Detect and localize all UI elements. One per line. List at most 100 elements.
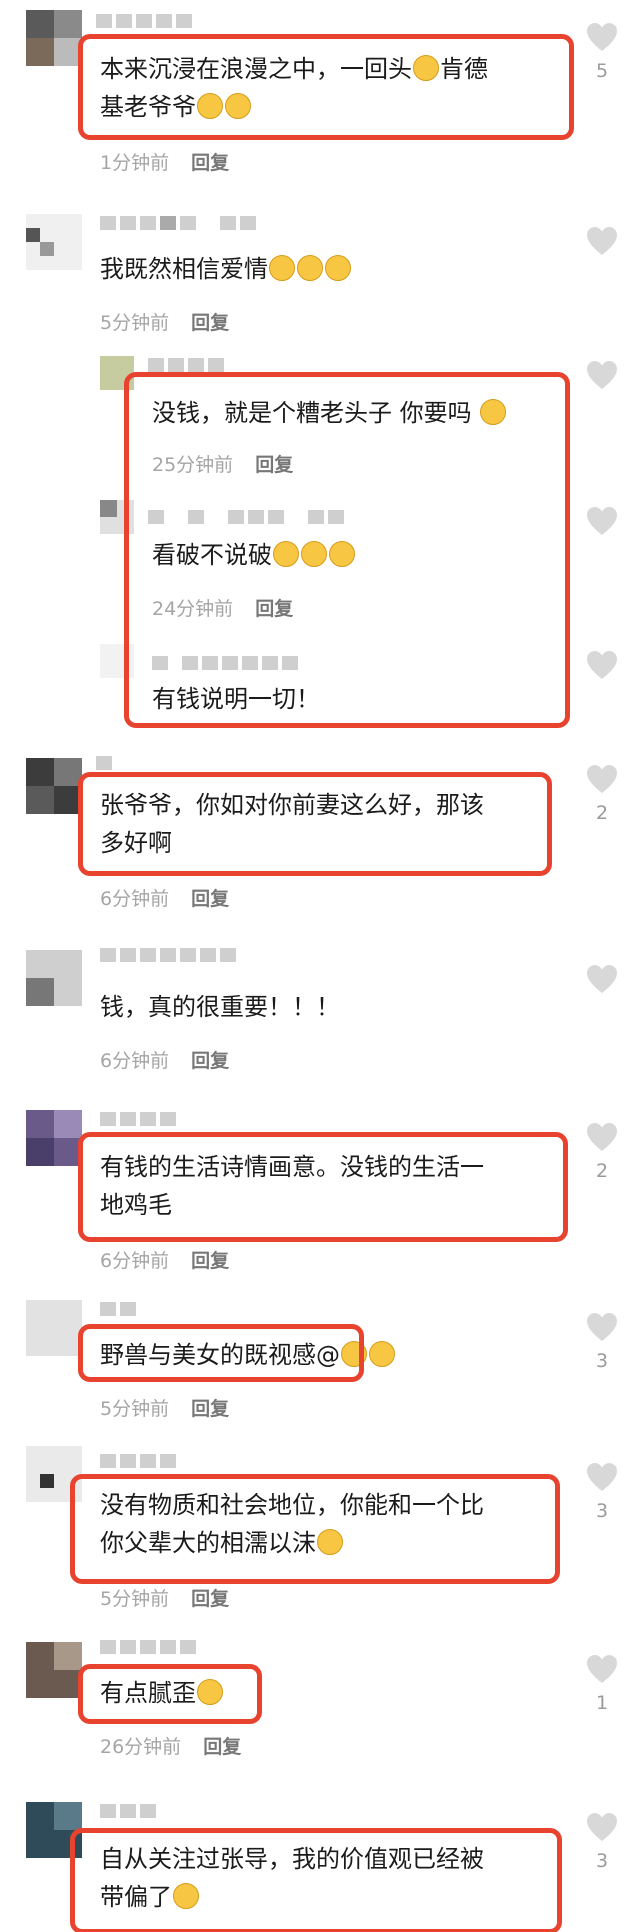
- comment-text-line: 有钱说明一切！: [152, 685, 320, 713]
- username-blurred[interactable]: [148, 358, 224, 372]
- avatar[interactable]: [100, 500, 134, 534]
- rofl-emoji-icon: [317, 1529, 343, 1555]
- avatar[interactable]: [26, 758, 82, 814]
- reply-button[interactable]: 回复: [191, 148, 229, 175]
- grinning-emoji-icon: [325, 255, 351, 281]
- dizzy-face-emoji-icon: [413, 55, 439, 81]
- dizzy-face-emoji-icon: [197, 93, 223, 119]
- reply-button[interactable]: 回复: [191, 884, 229, 911]
- like-button[interactable]: 3: [582, 1462, 622, 1522]
- comment-text-line: 我既然相信爱情: [100, 255, 268, 283]
- comment-text-line: 有钱的生活诗情画意。没钱的生活一: [100, 1153, 484, 1181]
- like-button[interactable]: [582, 650, 622, 680]
- reply-button[interactable]: 回复: [191, 1046, 229, 1073]
- like-button[interactable]: 2: [582, 1122, 622, 1182]
- comment-meta: 1分钟前 回复: [100, 148, 229, 175]
- reply-button[interactable]: 回复: [191, 1246, 229, 1273]
- like-count: 2: [595, 1160, 609, 1182]
- like-button[interactable]: 5: [582, 22, 622, 82]
- comment-time: 1分钟前: [100, 152, 170, 174]
- username-blurred[interactable]: [152, 656, 298, 670]
- reply-button[interactable]: 回复: [191, 308, 229, 335]
- like-button[interactable]: [582, 360, 622, 390]
- username-blurred[interactable]: [96, 756, 112, 770]
- like-button[interactable]: 1: [582, 1654, 622, 1714]
- avatar[interactable]: [26, 1642, 82, 1698]
- like-count: 3: [595, 1500, 609, 1522]
- rofl-emoji-icon: [480, 399, 507, 425]
- comment-text: 自从关注过张导，我的价值观已经被 带偏了: [100, 1840, 560, 1916]
- comment-text-line: 张爷爷，你如对你前妻这么好，那该: [100, 791, 484, 819]
- comment-text-line: 本来沉浸在浪漫之中，一回头: [100, 55, 412, 83]
- comment-meta: 5分钟前 回复: [100, 308, 229, 335]
- username-blurred[interactable]: [100, 1302, 136, 1316]
- comment-meta: 24分钟前 回复: [152, 594, 293, 621]
- username-blurred[interactable]: [100, 1804, 156, 1818]
- comment-time: 6分钟前: [100, 1050, 170, 1072]
- reply-button[interactable]: 回复: [203, 1732, 241, 1759]
- comment-text-line: 有点腻歪: [100, 1679, 196, 1707]
- comment-text: 没有物质和社会地位，你能和一个比 你父辈大的相濡以沫: [100, 1486, 560, 1562]
- username-blurred[interactable]: [100, 1454, 176, 1468]
- username-blurred[interactable]: [100, 216, 256, 230]
- like-button[interactable]: [582, 506, 622, 536]
- heart-icon: [587, 651, 617, 679]
- like-count: 1: [595, 1692, 609, 1714]
- like-count: 5: [595, 60, 609, 82]
- username-blurred[interactable]: [96, 14, 192, 28]
- like-count: 3: [595, 1350, 609, 1372]
- avatar[interactable]: [26, 10, 82, 66]
- avatar[interactable]: [26, 1802, 82, 1858]
- reply-button[interactable]: 回复: [191, 1584, 229, 1611]
- username-blurred[interactable]: [148, 510, 344, 524]
- comment-text-line: 野兽与美女的既视感@: [100, 1341, 340, 1369]
- username-blurred[interactable]: [100, 1640, 196, 1654]
- like-button[interactable]: 3: [582, 1312, 622, 1372]
- like-button[interactable]: [582, 226, 622, 256]
- avatar[interactable]: [26, 1446, 82, 1502]
- crying-emoji-icon: [173, 1883, 199, 1909]
- comment-meta: 6分钟前 回复: [100, 884, 229, 911]
- avatar[interactable]: [100, 356, 134, 390]
- comment-time: 6分钟前: [100, 1250, 170, 1272]
- heart-icon: [587, 1655, 617, 1683]
- reply-button[interactable]: 回复: [191, 1394, 229, 1421]
- comment-text: 没钱，就是个糟老头子 你要吗: [152, 394, 552, 432]
- username-blurred[interactable]: [100, 1112, 176, 1126]
- comment-meta: 5分钟前 回复: [100, 1584, 229, 1611]
- comment-text-line: 看破不说破: [152, 541, 272, 569]
- avatar[interactable]: [26, 214, 82, 270]
- comment-meta: 26分钟前 回复: [100, 1732, 241, 1759]
- avatar[interactable]: [100, 644, 134, 678]
- comment-text-line: 多好啊: [100, 829, 172, 857]
- heart-icon: [587, 1313, 617, 1341]
- heart-icon: [587, 507, 617, 535]
- like-button[interactable]: 3: [582, 1812, 622, 1872]
- avatar[interactable]: [26, 950, 82, 1006]
- comment-text-line: 没有物质和社会地位，你能和一个比: [100, 1491, 484, 1519]
- dizzy-face-emoji-icon: [225, 93, 251, 119]
- username-blurred[interactable]: [100, 948, 236, 962]
- avatar[interactable]: [26, 1300, 82, 1356]
- comment-meta: 6分钟前 回复: [100, 1246, 229, 1273]
- comment-time: 25分钟前: [152, 454, 234, 476]
- comment-text: 野兽与美女的既视感@: [100, 1336, 560, 1374]
- heart-icon: [587, 965, 617, 993]
- like-button[interactable]: [582, 964, 622, 994]
- comment-meta: 5分钟前 回复: [100, 1394, 229, 1421]
- heart-icon: [587, 227, 617, 255]
- grinning-emoji-icon: [269, 255, 295, 281]
- comment-text-line: 基老爷爷: [100, 93, 196, 121]
- reply-button[interactable]: 回复: [255, 450, 293, 477]
- comment-time: 26分钟前: [100, 1736, 182, 1758]
- comment-text: 我既然相信爱情: [100, 250, 560, 288]
- comment-text: 有钱说明一切！: [152, 680, 552, 718]
- comment-text: 看破不说破: [152, 536, 552, 574]
- reply-button[interactable]: 回复: [255, 594, 293, 621]
- comment-time: 24分钟前: [152, 598, 234, 620]
- avatar[interactable]: [26, 1110, 82, 1166]
- comment-time: 5分钟前: [100, 1588, 170, 1610]
- heart-icon: [587, 1123, 617, 1151]
- heart-icon: [587, 1813, 617, 1841]
- like-button[interactable]: 2: [582, 764, 622, 824]
